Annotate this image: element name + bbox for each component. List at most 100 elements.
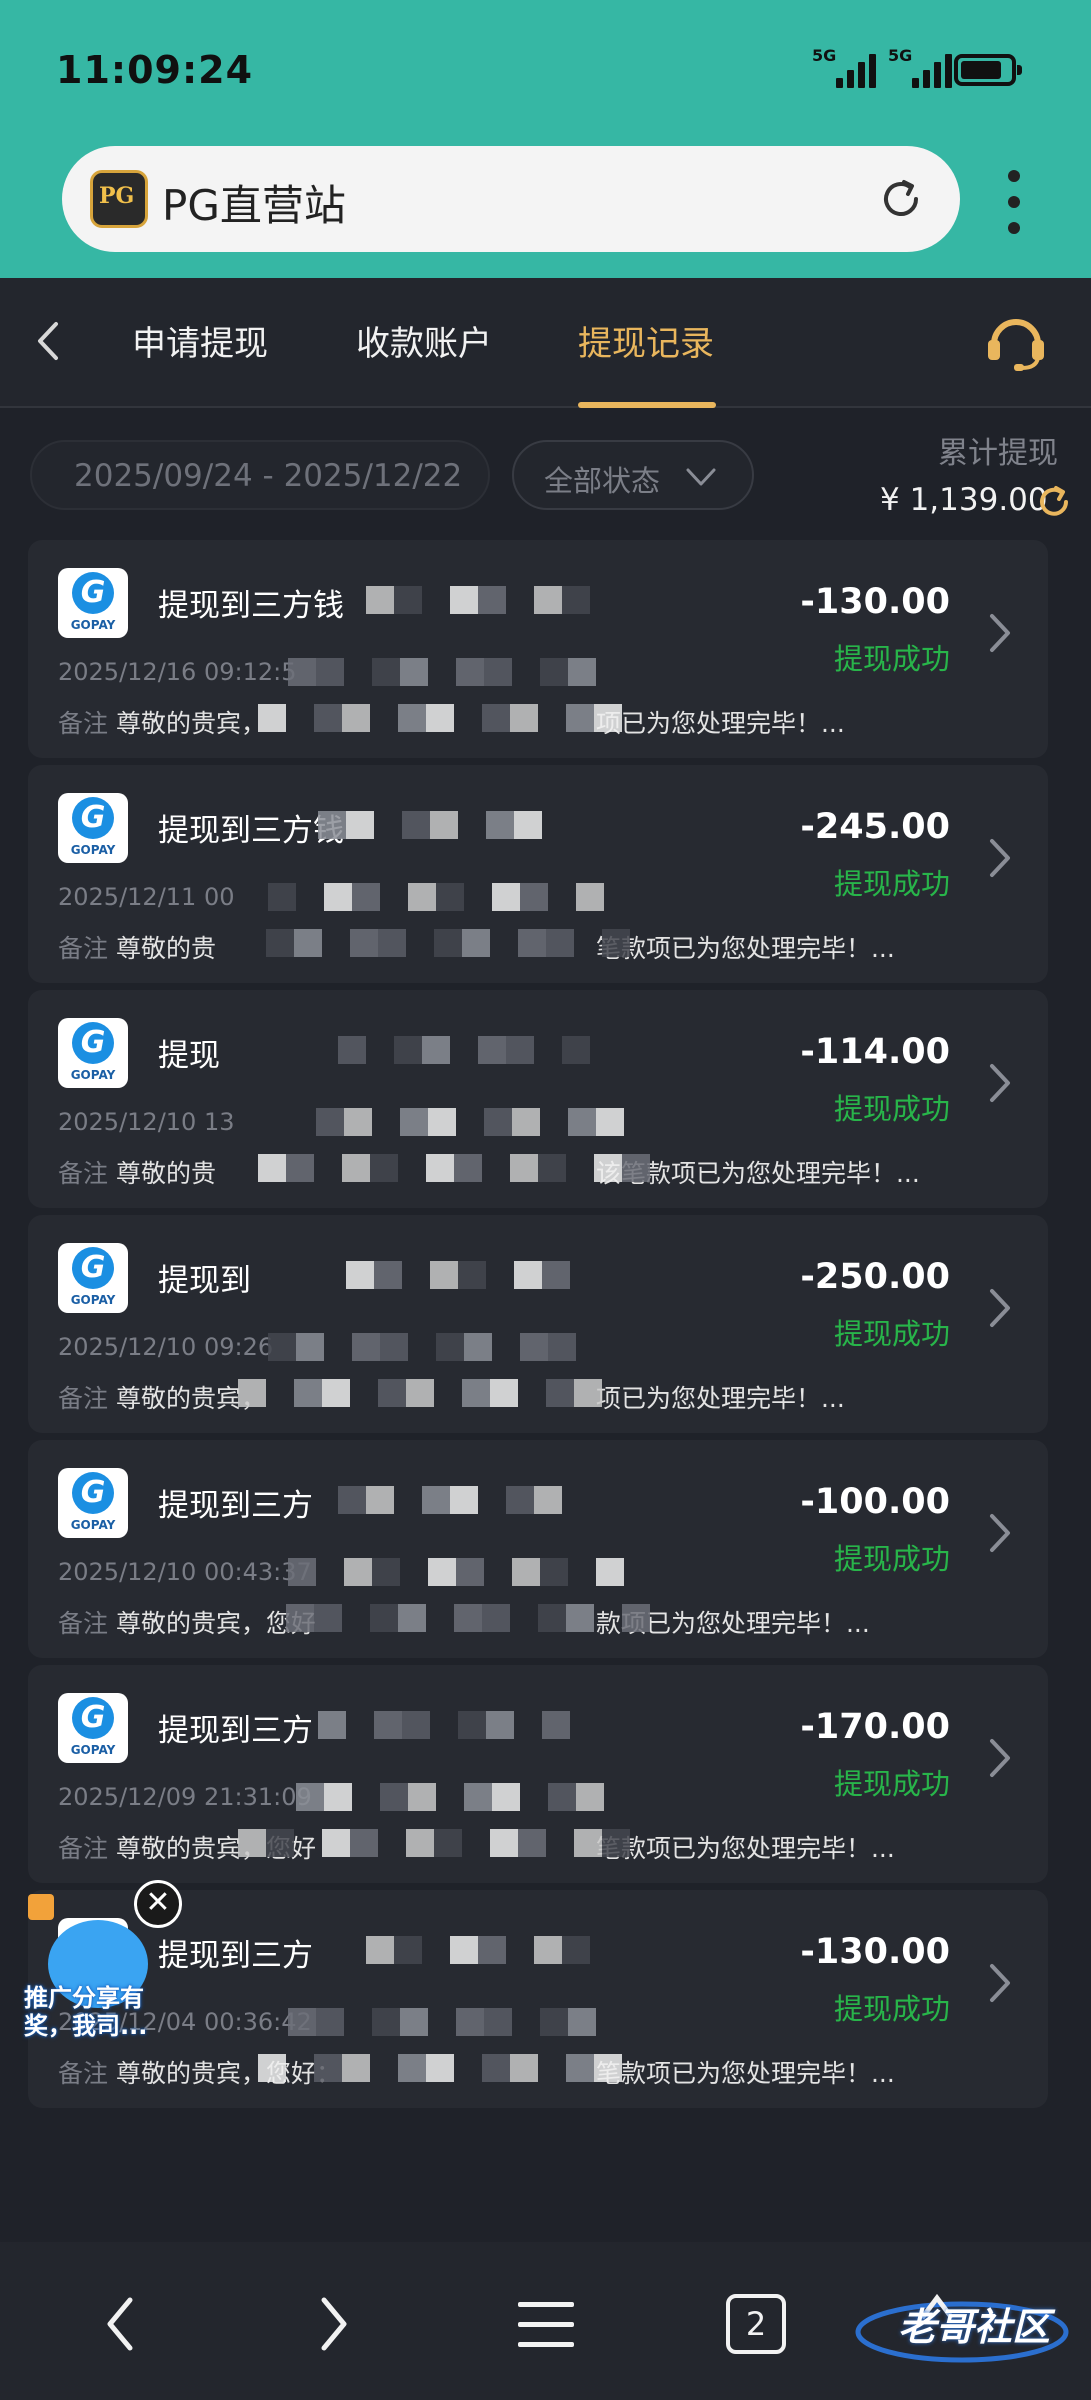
signal-icon-2: 5G xyxy=(888,46,952,88)
privacy-mosaic xyxy=(318,811,558,839)
privacy-mosaic xyxy=(238,929,630,957)
chevron-right-icon xyxy=(990,614,1010,652)
watermark-logo: 老哥社区 xyxy=(852,2288,1082,2368)
signal-icon: 5G xyxy=(812,46,876,88)
privacy-mosaic xyxy=(258,2054,638,2082)
privacy-mosaic xyxy=(258,704,638,732)
back-icon[interactable] xyxy=(30,316,70,366)
tab-payee-account[interactable]: 收款账户 xyxy=(356,316,492,365)
menu-icon[interactable] xyxy=(516,2298,576,2350)
privacy-mosaic xyxy=(318,1711,570,1739)
browser-back-icon[interactable] xyxy=(100,2294,140,2354)
record-card[interactable]: G GOPAY 提现到三方 2025/12/10 00:43:37 备注 尊敬的贵宾，您… xyxy=(28,1440,1048,1658)
total-withdraw-amount: ¥ 1,139.00 xyxy=(880,482,1048,518)
refresh-icon[interactable] xyxy=(1036,484,1072,520)
record-amount: -130.00 xyxy=(800,582,950,622)
record-time: 2025/12/10 09:26 xyxy=(58,1333,274,1361)
privacy-mosaic xyxy=(258,1154,650,1182)
chevron-right-icon xyxy=(990,1514,1010,1552)
more-menu-icon[interactable] xyxy=(1006,170,1022,246)
filter-row: 2025/09/24 - 2025/12/22 全部状态 累计提现 ¥ 1,13… xyxy=(0,408,1091,538)
tab-withdraw-records[interactable]: 提现记录 xyxy=(578,316,714,365)
record-amount: -245.00 xyxy=(800,807,950,847)
status-bar: 11:09:24 5G 5G xyxy=(0,0,1091,140)
privacy-mosaic xyxy=(268,883,604,911)
privacy-mosaic xyxy=(288,1108,624,1136)
network-type-2: 5G xyxy=(888,46,913,65)
record-time: 2025/12/11 00 xyxy=(58,883,235,911)
record-time: 2025/12/16 09:12:5 xyxy=(58,658,297,686)
record-amount: -170.00 xyxy=(800,1707,950,1747)
privacy-mosaic xyxy=(288,1558,624,1586)
record-card[interactable]: GGOPAY提现到三方2025/12/04 00:36:42备注 尊敬的贵宾，您… xyxy=(28,1890,1048,2108)
promo-text: 推广分享有奖，我司... xyxy=(24,1984,148,2040)
record-amount: -114.00 xyxy=(800,1032,950,1072)
record-title: 提现到 xyxy=(158,1263,251,1299)
privacy-mosaic xyxy=(288,658,618,686)
gopay-logo: GGOPAY xyxy=(58,1468,128,1538)
record-status: 提现成功 xyxy=(833,1092,950,1126)
privacy-mosaic xyxy=(258,1604,650,1632)
promo-widget[interactable]: ✕ 推广分享有奖，我司... xyxy=(24,1880,182,2050)
total-withdraw-label: 累计提现 xyxy=(938,436,1058,471)
status-time: 11:09:24 xyxy=(56,48,254,92)
status-filter-value: 全部状态 xyxy=(544,464,661,498)
tab-apply-withdraw[interactable]: 申请提现 xyxy=(132,316,268,365)
record-status: 提现成功 xyxy=(833,1317,950,1351)
record-status: 提现成功 xyxy=(833,1992,950,2026)
privacy-mosaic xyxy=(338,586,590,614)
privacy-mosaic xyxy=(238,1379,618,1407)
record-card[interactable]: G GOPAY 提现到 2025/12/10 09:26 备注 尊敬的贵宾， 项已为您处理… xyxy=(28,1215,1048,1433)
promo-close-button[interactable]: ✕ xyxy=(134,1880,182,1928)
record-title: 提现到三方 xyxy=(158,1938,313,1974)
record-title: 提现到三方 xyxy=(158,1488,313,1524)
chevron-down-icon xyxy=(686,468,716,486)
reload-icon[interactable] xyxy=(876,174,926,224)
network-type: 5G xyxy=(812,46,837,65)
record-time: 2025/12/10 13 xyxy=(58,1108,235,1136)
chevron-right-icon xyxy=(990,1064,1010,1102)
browser-toolbar: PG PG直营站 xyxy=(0,140,1091,278)
page-nav: 申请提现 收款账户 提现记录 xyxy=(0,278,1091,408)
browser-bottom-bar: 2 老哥社区 xyxy=(0,2242,1091,2400)
status-filter-select[interactable]: 全部状态 xyxy=(512,440,754,510)
privacy-mosaic xyxy=(338,1486,578,1514)
site-logo: PG xyxy=(90,170,148,228)
privacy-mosaic xyxy=(238,1829,630,1857)
record-title: 提现 xyxy=(158,1038,220,1074)
gift-icon xyxy=(28,1894,54,1920)
gopay-logo: GGOPAY xyxy=(58,1243,128,1313)
record-status: 提现成功 xyxy=(833,1767,950,1801)
gopay-logo: GGOPAY xyxy=(58,793,128,863)
record-amount: -250.00 xyxy=(800,1257,950,1297)
privacy-mosaic xyxy=(318,1261,570,1289)
chevron-right-icon xyxy=(990,1964,1010,2002)
privacy-mosaic xyxy=(268,1333,598,1361)
record-status: 提现成功 xyxy=(833,642,950,676)
chevron-right-icon xyxy=(990,1289,1010,1327)
record-card[interactable]: G GOPAY 提现到三方钱 2025/12/11 00 备注 尊敬的贵 笔款项已为您处理… xyxy=(28,765,1048,983)
privacy-mosaic xyxy=(288,2008,618,2036)
record-card[interactable]: G GOPAY 提现到三方钱 2025/12/16 09:12:5 备注 尊敬的贵宾，项… xyxy=(28,540,1048,758)
record-title: 提现到三方 xyxy=(158,1713,313,1749)
gopay-logo: GGOPAY xyxy=(58,568,128,638)
date-range-picker[interactable]: 2025/09/24 - 2025/12/22 xyxy=(30,440,490,510)
record-status: 提现成功 xyxy=(833,1542,950,1576)
chevron-right-icon xyxy=(990,839,1010,877)
gopay-logo: GGOPAY xyxy=(58,1693,128,1763)
record-amount: -130.00 xyxy=(800,1932,950,1972)
privacy-mosaic xyxy=(268,1783,604,1811)
url-bar[interactable]: PG PG直营站 xyxy=(62,146,960,252)
record-title: 提现到三方钱 xyxy=(158,813,344,849)
site-title: PG直营站 xyxy=(162,181,346,230)
customer-service-icon[interactable] xyxy=(982,312,1050,372)
record-amount: -100.00 xyxy=(800,1482,950,1522)
record-card[interactable]: G GOPAY 提现到三方 2025/12/09 21:31:09 备注 尊敬的贵宾，您… xyxy=(28,1665,1048,1883)
battery-icon xyxy=(954,54,1022,86)
tabs-count-button[interactable]: 2 xyxy=(726,2294,786,2354)
record-card[interactable]: G GOPAY 提现 2025/12/10 13 备注 尊敬的贵 该笔款项已为您处理完毕！… xyxy=(28,990,1048,1208)
record-status: 提现成功 xyxy=(833,867,950,901)
browser-forward-icon[interactable] xyxy=(314,2294,354,2354)
privacy-mosaic xyxy=(338,1036,590,1064)
gopay-logo: GGOPAY xyxy=(58,1018,128,1088)
